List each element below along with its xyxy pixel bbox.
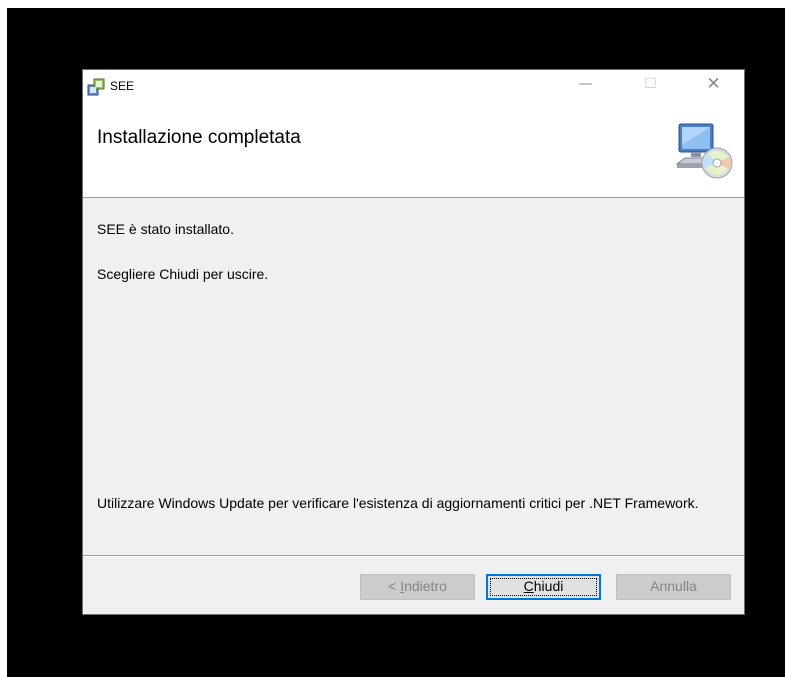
desktop-background: SEE — ☐ ✕ Installazione completata SEE è… <box>7 8 785 677</box>
close-window-button[interactable]: ✕ <box>691 70 736 100</box>
focus-rectangle <box>490 578 597 596</box>
back-button-prefix: < <box>388 578 401 594</box>
title-bar[interactable]: SEE — ☐ ✕ <box>83 70 744 102</box>
close-button[interactable]: Chiudi <box>486 574 601 600</box>
button-separator <box>83 555 744 557</box>
back-button-label: ndietro <box>404 578 447 594</box>
maximize-button[interactable]: ☐ <box>628 70 673 100</box>
page-title: Installazione completata <box>97 127 301 148</box>
back-button[interactable]: < Indietro <box>360 574 475 600</box>
cancel-button[interactable]: Annulla <box>616 574 731 600</box>
windows-update-note: Utilizzare Windows Update per verificare… <box>97 495 699 511</box>
close-instruction: Scegliere Chiudi per uscire. <box>97 266 269 282</box>
header-banner: Installazione completata <box>83 102 744 198</box>
computer-cd-icon <box>675 123 733 179</box>
window-title: SEE <box>110 79 135 93</box>
minimize-button[interactable]: — <box>563 70 608 100</box>
installer-app-icon <box>87 78 105 96</box>
installer-dialog: SEE — ☐ ✕ Installazione completata SEE è… <box>82 69 745 615</box>
installed-message: SEE è stato installato. <box>97 221 234 237</box>
